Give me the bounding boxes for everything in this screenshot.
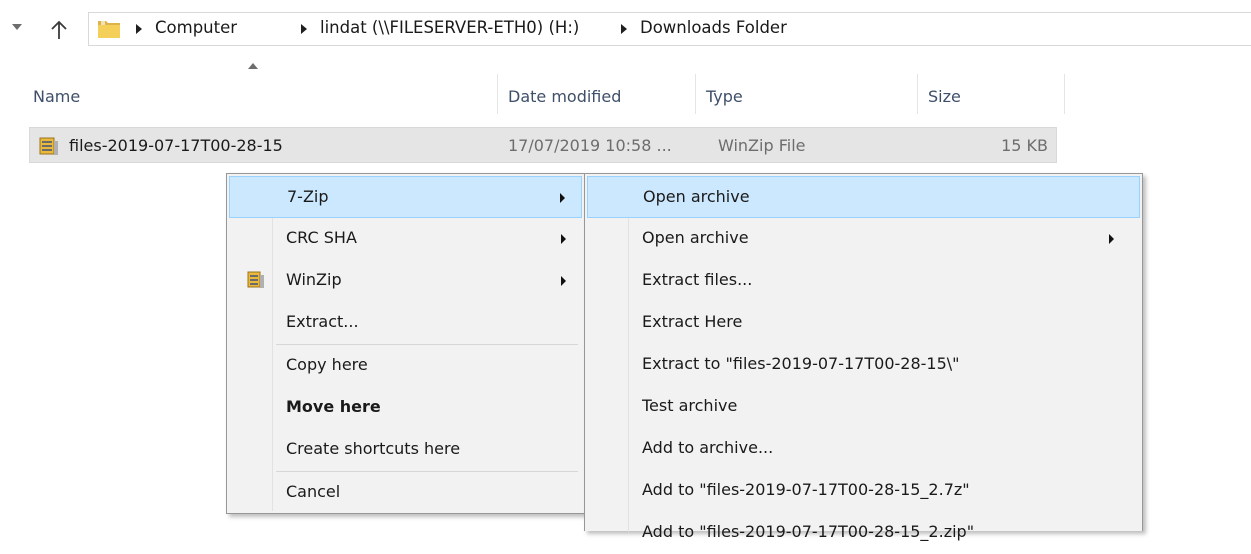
menu-item-label: Extract files... <box>642 270 753 289</box>
submenu-arrow-icon <box>1109 234 1114 244</box>
submenu-item-add-to-archive[interactable]: Add to archive... <box>587 428 1140 470</box>
file-name[interactable]: files-2019-07-17T00-28-15 <box>69 136 283 155</box>
submenu-arrow-icon <box>560 193 565 203</box>
winzip-icon <box>247 270 265 290</box>
column-header-date-modified[interactable]: Date modified <box>498 74 695 114</box>
folder-icon <box>97 18 121 39</box>
breadcrumb-separator-icon[interactable] <box>136 24 142 34</box>
menu-item-label: Add to archive... <box>642 438 774 457</box>
menu-item-7-zip[interactable]: 7-Zip <box>229 176 582 218</box>
menu-item-label: Copy here <box>286 355 368 374</box>
column-header-type[interactable]: Type <box>696 74 917 114</box>
menu-item-cancel[interactable]: Cancel <box>229 472 582 514</box>
file-date-modified: 17/07/2019 10:58 ... <box>508 136 672 155</box>
menu-item-label: 7-Zip <box>287 187 329 206</box>
submenu-item-add-to-7z[interactable]: Add to "files-2019-07-17T00-28-15_2.7z" <box>587 470 1140 512</box>
menu-item-label: Test archive <box>642 396 738 415</box>
menu-item-move-here[interactable]: Move here <box>229 387 582 429</box>
submenu-item-test-archive[interactable]: Test archive <box>587 386 1140 428</box>
menu-item-crc-sha[interactable]: CRC SHA <box>229 218 582 260</box>
menu-item-label: Add to "files-2019-07-17T00-28-15_2.zip" <box>642 522 975 541</box>
submenu-item-open-archive-with[interactable]: Open archive <box>587 218 1140 260</box>
menu-item-label: Create shortcuts here <box>286 439 461 458</box>
menu-item-label: Cancel <box>286 482 341 501</box>
submenu-item-open-archive[interactable]: Open archive <box>587 176 1140 218</box>
file-type: WinZip File <box>718 136 806 155</box>
menu-item-winzip[interactable]: WinZip <box>229 260 582 302</box>
menu-item-label: Extract Here <box>642 312 743 331</box>
menu-item-label: Move here <box>286 397 381 416</box>
menu-item-extract[interactable]: Extract... <box>229 302 582 344</box>
menu-item-label: Open archive <box>642 228 749 247</box>
breadcrumb-separator-icon[interactable] <box>301 24 307 34</box>
breadcrumb-downloads-folder[interactable]: Downloads Folder <box>640 18 787 37</box>
submenu-item-extract-files[interactable]: Extract files... <box>587 260 1140 302</box>
column-header-name[interactable]: Name <box>23 74 497 114</box>
7-zip-submenu: Open archive Open archive Extract files.… <box>584 173 1143 541</box>
sort-ascending-icon <box>248 63 258 69</box>
submenu-arrow-icon <box>561 234 566 244</box>
menu-item-create-shortcuts-here[interactable]: Create shortcuts here <box>229 429 582 471</box>
recent-locations-dropdown-icon[interactable] <box>12 24 22 30</box>
menu-item-label: Extract... <box>286 312 359 331</box>
context-menu: 7-Zip CRC SHA WinZip Extract... Copy her… <box>226 173 585 514</box>
breadcrumb-separator-icon[interactable] <box>621 24 627 34</box>
submenu-item-add-to-zip[interactable]: Add to "files-2019-07-17T00-28-15_2.zip" <box>587 512 1140 554</box>
menu-item-copy-here[interactable]: Copy here <box>229 345 582 387</box>
menu-item-label: WinZip <box>286 270 342 289</box>
menu-item-label: CRC SHA <box>286 228 357 247</box>
up-arrow-icon[interactable] <box>50 20 68 40</box>
menu-item-label: Add to "files-2019-07-17T00-28-15_2.7z" <box>642 480 970 499</box>
submenu-item-extract-here[interactable]: Extract Here <box>587 302 1140 344</box>
winzip-file-icon <box>38 135 60 157</box>
column-header-size[interactable]: Size <box>918 74 1064 114</box>
menu-item-label: Open archive <box>643 187 750 206</box>
file-size: 15 KB <box>1001 136 1048 155</box>
menu-item-label: Extract to "files-2019-07-17T00-28-15\" <box>642 354 960 373</box>
submenu-arrow-icon <box>561 276 566 286</box>
submenu-item-extract-to-folder[interactable]: Extract to "files-2019-07-17T00-28-15\" <box>587 344 1140 386</box>
breadcrumb-drive[interactable]: lindat (\\FILESERVER-ETH0) (H:) <box>320 18 579 37</box>
column-divider[interactable] <box>1064 74 1065 114</box>
breadcrumb-computer[interactable]: Computer <box>155 18 237 37</box>
